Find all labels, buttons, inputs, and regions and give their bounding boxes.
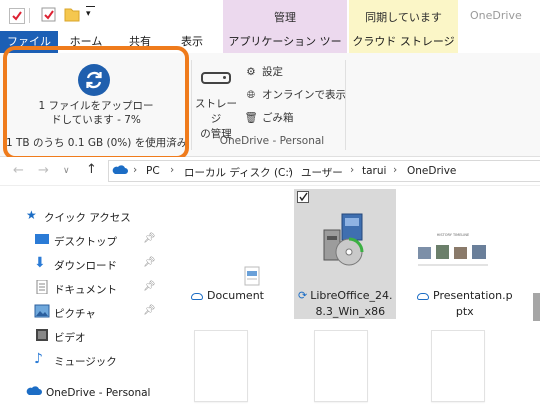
document-file-icon [243,266,261,288]
nav-downloads-label: ダウンロード [54,260,117,272]
nav-pictures[interactable]: ピクチャ 📌︎ [0,303,160,323]
breadcrumb-separator: › [350,164,355,176]
context-sync-header: 同期しています [349,0,458,31]
settings-button[interactable]: ⚙ 設定 [244,64,283,79]
video-icon [34,328,50,342]
trash-icon: 🗑︎ [244,112,258,124]
tab-cloud-storage[interactable]: クラウド ストレージ [349,31,458,55]
nav-quick-access-label: クイック アクセス [44,212,131,224]
window-title: OneDrive [470,9,522,22]
document-icon [34,279,50,295]
file-blank-thumbnail[interactable] [314,330,368,402]
installer-icon [318,210,374,270]
ribbon-group-divider-2 [345,60,346,150]
nav-desktop[interactable]: デスクトップ 📌︎ [0,231,160,251]
properties-icon[interactable] [41,7,57,22]
file-libreoffice-label-1: LibreOffice_24. [310,289,393,302]
pin-icon: 📌︎ [143,305,156,316]
nav-pictures-label: ピクチャ [54,308,96,320]
breadcrumb-onedrive[interactable]: OneDrive [407,165,456,177]
view-online-label: オンラインで表示 [262,89,346,101]
storage-drive-icon[interactable] [201,72,231,84]
file-document-label: Document [207,289,264,302]
recycle-bin-button[interactable]: 🗑︎ ごみ箱 [244,110,294,125]
context-sync-label: 同期しています [365,11,442,24]
breadcrumb-separator: › [288,164,293,176]
checkbox-checked[interactable] [297,191,309,203]
settings-label: 設定 [262,66,283,78]
onedrive-cloud-icon [26,385,42,399]
checklist-icon[interactable] [9,8,25,24]
context-manage-header: 管理 [223,0,347,31]
breadcrumb-user[interactable]: tarui [362,165,386,177]
recycle-bin-label: ごみ箱 [262,112,294,124]
highlight-annotation [3,46,189,160]
sync-pending-icon: ⟳ [298,289,308,302]
file-blank-thumbnail[interactable] [431,330,485,402]
breadcrumb-pc[interactable]: PC [146,165,160,177]
context-manage-label: 管理 [274,11,296,24]
scrollbar-thumb[interactable] [533,293,540,321]
breadcrumb-separator: › [170,164,175,176]
nav-videos-label: ビデオ [54,332,86,344]
qat-dropdown-icon[interactable]: ▾ [86,9,91,19]
breadcrumb-separator: › [393,164,398,176]
back-arrow-icon[interactable]: ← [13,163,24,178]
file-presentation-label-1: Presentation.p [433,289,513,302]
up-arrow-icon[interactable]: ↑ [86,162,97,177]
new-folder-icon[interactable] [64,6,80,22]
tab-application-tools[interactable]: アプリケーション ツール [223,31,347,70]
music-note-icon: ♪ [34,351,43,367]
nav-desktop-label: デスクトップ [54,236,117,248]
presentation-thumbnail: HISTORY TIMELINE [416,233,490,277]
nav-music[interactable]: ♪ ミュージック [0,351,160,371]
cloud-icon [191,292,203,300]
pin-icon: 📌︎ [143,233,156,244]
globe-icon: 🌐︎ [246,89,256,101]
cloud-icon [417,292,429,300]
file-libreoffice: ⟳ LibreOffice_24. 8.3_Win_x86 [298,288,393,320]
gear-icon: ⚙ [246,66,256,78]
manage-storage-line1: ストレージ [195,98,237,125]
nav-onedrive-label: OneDrive - Personal [46,387,151,399]
breadcrumb-users[interactable]: ユーザー [301,165,343,180]
forward-arrow-icon[interactable]: → [38,163,49,178]
nav-downloads[interactable]: ⬇ ダウンロード 📌︎ [0,255,160,275]
pictures-icon [34,304,50,318]
file-blank-thumbnail[interactable] [194,330,248,402]
desktop-icon [34,232,50,246]
nav-documents-label: ドキュメント [54,284,117,296]
nav-quick-access[interactable]: ★ クイック アクセス [0,207,160,227]
view-online-button[interactable]: 🌐︎ オンラインで表示 [244,87,346,102]
star-icon: ★ [26,208,37,222]
nav-music-label: ミュージック [54,356,117,368]
nav-onedrive[interactable]: OneDrive - Personal [0,384,160,404]
breadcrumb-separator: › [133,164,138,176]
onedrive-cloud-icon [112,165,128,175]
pin-icon: 📌︎ [143,257,156,268]
qat-dropdown-bar [86,6,95,7]
download-arrow-icon: ⬇ [34,255,46,271]
recent-dropdown-icon[interactable]: ∨ [63,166,70,176]
file-document[interactable]: Document [191,288,264,304]
breadcrumb-local-disk[interactable]: ローカル ディスク (C:) [184,165,293,180]
pin-icon: 📌︎ [143,281,156,292]
file-presentation[interactable]: Presentation.p ptx [417,288,513,320]
ribbon-group-label: OneDrive - Personal [219,135,325,147]
file-presentation-label-2: ptx [455,305,474,318]
file-libreoffice-label-2: 8.3_Win_x86 [315,305,386,318]
qat-divider [29,8,30,23]
nav-documents[interactable]: ドキュメント 📌︎ [0,279,160,299]
nav-videos[interactable]: ビデオ [0,327,160,347]
